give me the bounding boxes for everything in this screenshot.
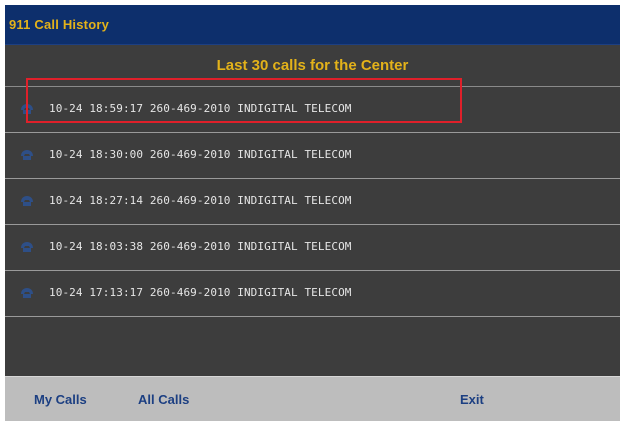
phone-icon [21,104,33,114]
phone-icon [21,150,33,160]
list-heading: Last 30 calls for the Center [216,57,409,74]
call-entry-text: 10-24 17:13:17 260-469-2010 INDIGITAL TE… [49,286,352,299]
call-row[interactable]: 10-24 17:13:17 260-469-2010 INDIGITAL TE… [5,271,620,317]
call-row[interactable]: 10-24 18:03:38 260-469-2010 INDIGITAL TE… [5,225,620,271]
call-row[interactable]: 10-24 18:59:17 260-469-2010 INDIGITAL TE… [5,87,620,133]
call-list: 10-24 18:59:17 260-469-2010 INDIGITAL TE… [5,87,620,317]
call-entry-text: 10-24 18:59:17 260-469-2010 INDIGITAL TE… [49,102,352,115]
exit-button[interactable]: Exit [460,392,484,407]
call-entry-text: 10-24 18:27:14 260-469-2010 INDIGITAL TE… [49,194,352,207]
all-calls-button[interactable]: All Calls [138,392,189,407]
softkey-bar: My Calls All Calls Exit [5,376,620,421]
call-entry-text: 10-24 18:30:00 260-469-2010 INDIGITAL TE… [49,148,352,161]
call-row[interactable]: 10-24 18:27:14 260-469-2010 INDIGITAL TE… [5,179,620,225]
phone-icon [21,196,33,206]
window-title: 911 Call History [9,17,110,32]
call-entry-text: 10-24 18:03:38 260-469-2010 INDIGITAL TE… [49,240,352,253]
call-history-screen: 911 Call History Last 30 calls for the C… [5,5,620,421]
call-row[interactable]: 10-24 18:30:00 260-469-2010 INDIGITAL TE… [5,133,620,179]
title-bar: 911 Call History [5,5,620,45]
phone-icon [21,242,33,252]
phone-icon [21,288,33,298]
my-calls-button[interactable]: My Calls [34,392,87,407]
